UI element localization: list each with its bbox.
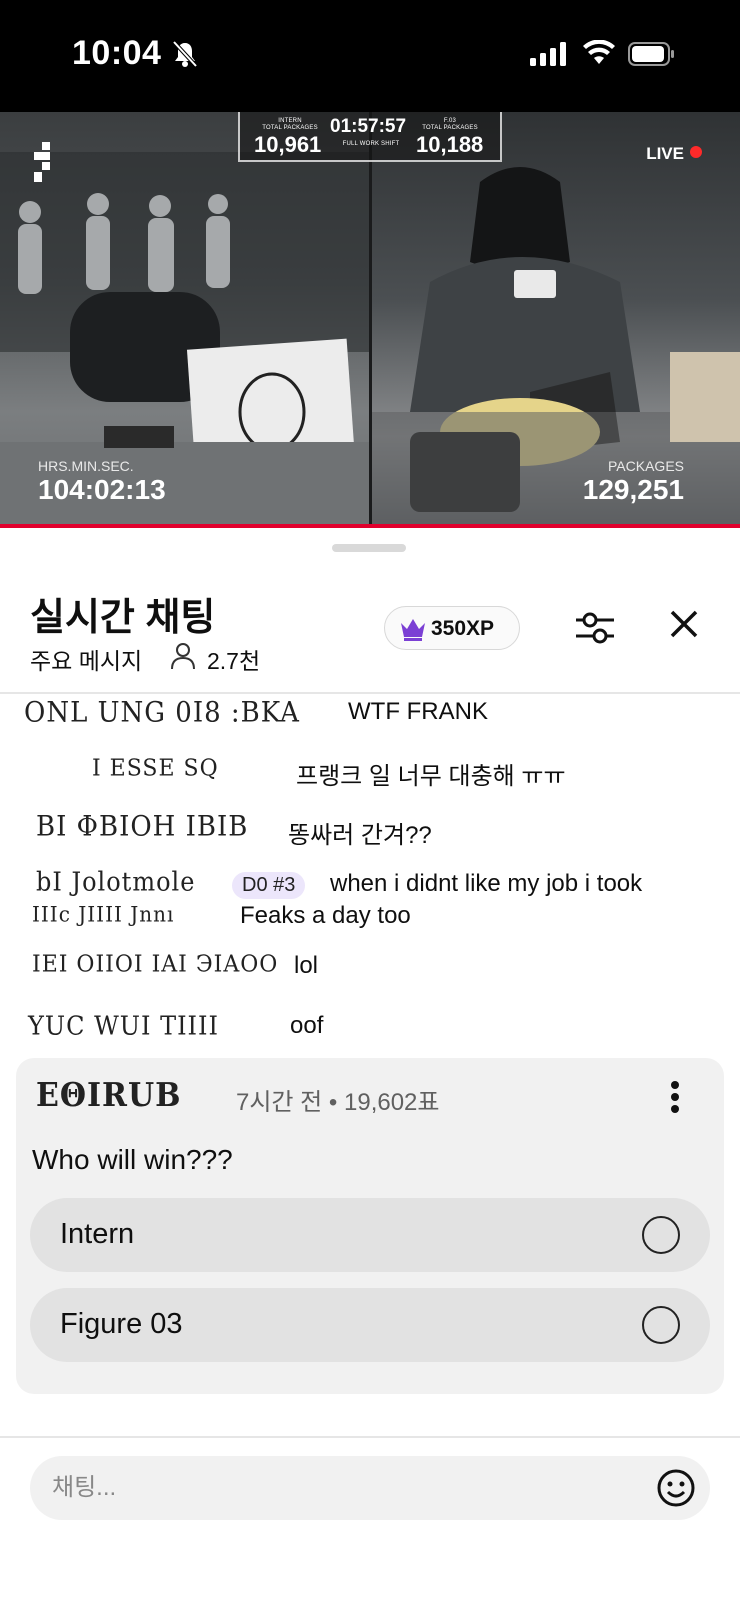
message-text: oof — [290, 1012, 324, 1039]
poll-option-figure-03[interactable]: Figure 03 — [30, 1288, 710, 1362]
message-author[interactable]: I ESSE SQ — [92, 755, 219, 782]
live-video-player[interactable]: HRS.MIN.SEC. 104:02:13 PACKAGES 129,251 … — [0, 112, 740, 528]
poll-author[interactable]: EΘIRUB — [36, 1077, 181, 1115]
elapsed-time-value: 104:02:13 — [38, 474, 166, 505]
live-dot-icon — [690, 146, 702, 158]
scoreboard: INTERN TOTAL PACKAGES 10,961 01:57:57 FU… — [238, 112, 502, 162]
bell-muted-icon — [172, 40, 198, 68]
close-icon[interactable] — [668, 608, 700, 640]
message-text-continued: Feaks a day too — [240, 902, 411, 929]
input-divider — [0, 1436, 740, 1438]
more-options-icon[interactable] — [670, 1080, 680, 1114]
member-badge: D0 #3 — [232, 872, 306, 899]
chat-mode-selector[interactable]: 주요 메시지 — [30, 642, 142, 676]
viewer-count: 2.7천 — [207, 648, 261, 674]
figure-logo-icon — [34, 142, 50, 182]
crown-icon — [401, 619, 425, 641]
message-text: when i didnt like my job i took — [330, 870, 643, 897]
live-label: LIVE — [646, 144, 684, 163]
wifi-icon — [583, 40, 615, 64]
figure-robot-scene — [370, 167, 740, 528]
packages-caption: PACKAGES — [608, 458, 684, 474]
poll-option-intern[interactable]: Intern — [30, 1198, 710, 1272]
split-divider — [369, 112, 372, 528]
radio-icon[interactable] — [642, 1306, 680, 1344]
message-text: WTF FRANK — [348, 698, 488, 725]
intern-sublabel: TOTAL PACKAGES — [262, 125, 318, 131]
video-right-feed: PACKAGES 129,251 — [370, 112, 740, 528]
filter-settings-icon[interactable] — [574, 608, 616, 648]
poll-question: Who will win??? — [32, 1144, 233, 1175]
battery-icon — [628, 42, 674, 66]
message-author[interactable]: YUC WUI TIIII — [28, 1011, 219, 1041]
message-text: lol — [294, 952, 319, 979]
elapsed-time-caption: HRS.MIN.SEC. — [38, 458, 134, 474]
shift-timer: 01:57:57 — [330, 116, 407, 137]
intern-total: 10,961 — [254, 132, 322, 157]
xp-badge[interactable]: 350XP — [384, 606, 520, 650]
live-indicator: LIVE — [646, 144, 702, 164]
message-text: 프랭크 일 너무 대충해 ㅠㅠ — [296, 763, 566, 790]
drag-handle[interactable] — [332, 544, 406, 552]
message-author[interactable]: BI ΦBIOH IBIB — [36, 811, 248, 843]
message-author[interactable]: bI Jolotmole — [36, 867, 195, 897]
poll-meta: 7시간 전 • 19,602표 — [236, 1089, 440, 1116]
clock: 10:04 — [72, 34, 162, 72]
f03-label: F.03 — [443, 118, 457, 124]
message-author-continued: IIIc JIIII Jnnı — [32, 901, 175, 927]
live-chat-sheet: 실시간 채팅 주요 메시지 2.7천 350XP ONL UNG 0I8 :BK… — [0, 528, 740, 1604]
message-author[interactable]: ONL UNG 0I8 :BKA — [24, 697, 300, 729]
xp-value: 350XP — [431, 617, 495, 640]
header-divider — [0, 692, 740, 694]
message-text: 똥싸러 간겨?? — [288, 822, 432, 849]
cellular-signal-icon — [530, 42, 566, 66]
shift-label: FULL WORK SHIFT — [342, 141, 400, 147]
emoji-icon[interactable] — [656, 1468, 696, 1508]
packages-value: 129,251 — [582, 474, 684, 505]
poll-card: EΘIRUB 7시간 전 • 19,602표 Who will win??? I… — [16, 1058, 724, 1394]
f03-sublabel: TOTAL PACKAGES — [422, 125, 478, 131]
chat-input[interactable] — [52, 1456, 612, 1520]
intern-label: INTERN — [278, 118, 302, 124]
chat-title: 실시간 채팅 — [30, 597, 216, 639]
message-author[interactable]: IEI OIIOI IAI ЭIAOO — [32, 951, 278, 978]
poll-option-label: Intern — [60, 1218, 135, 1250]
radio-icon[interactable] — [642, 1216, 680, 1254]
f03-total: 10,188 — [416, 132, 484, 157]
video-left-feed: HRS.MIN.SEC. 104:02:13 — [0, 112, 370, 528]
poll-option-label: Figure 03 — [60, 1308, 183, 1340]
status-bar: 10:04 — [0, 0, 740, 112]
viewer-icon — [171, 643, 195, 670]
chat-input-box[interactable] — [30, 1456, 710, 1520]
